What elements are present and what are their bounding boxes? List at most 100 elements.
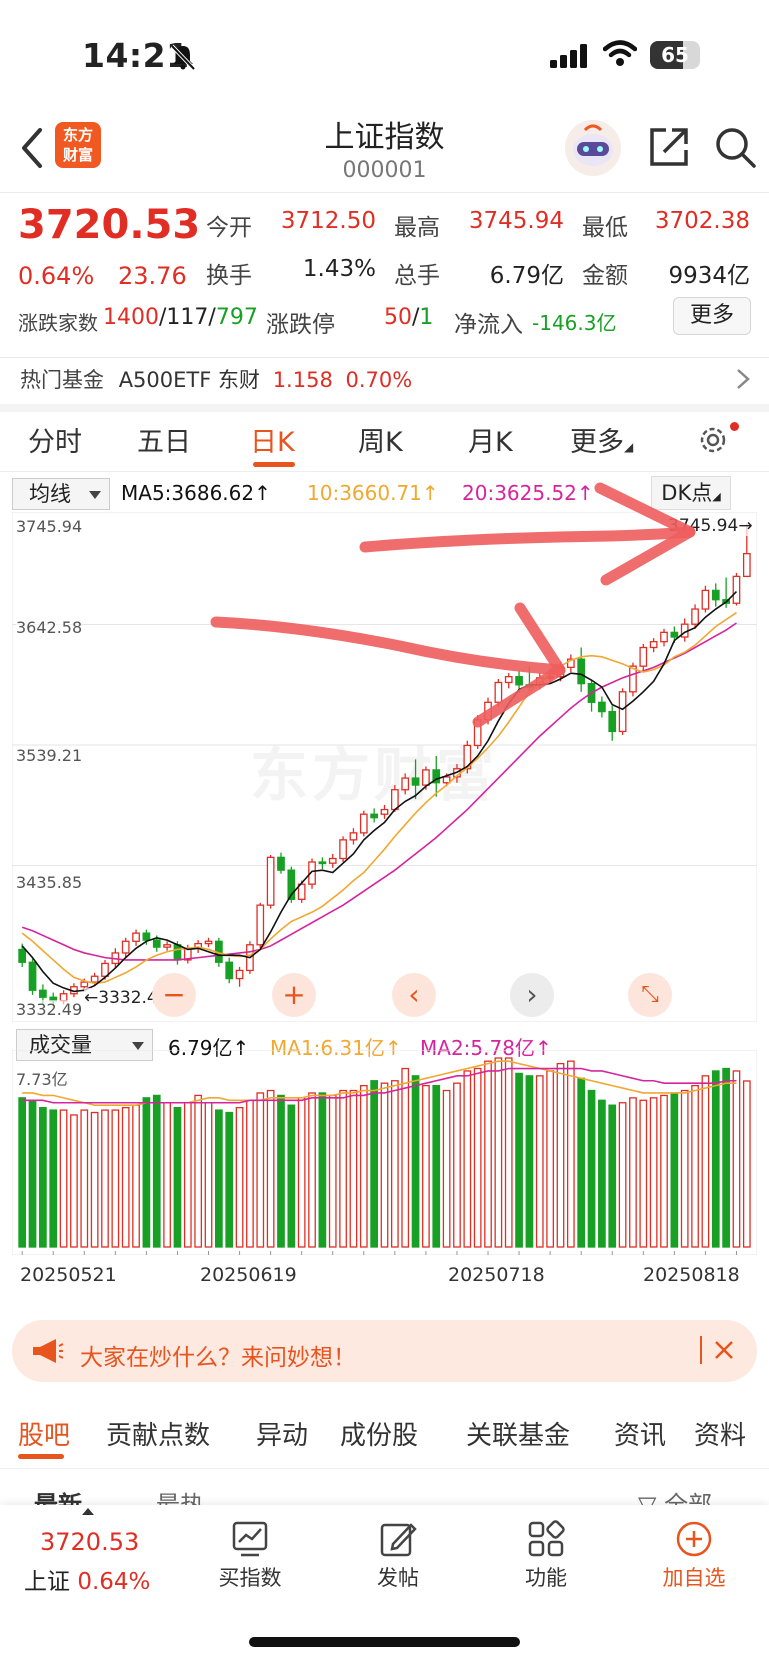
candle bbox=[598, 696, 606, 718]
candle bbox=[525, 666, 534, 692]
volume-bar bbox=[732, 1070, 741, 1248]
assistant-robot-icon[interactable] bbox=[563, 118, 623, 178]
tab-contribution[interactable]: 贡献点数 bbox=[106, 1415, 210, 1452]
low-value: 3702.38 bbox=[654, 208, 750, 234]
zoom-in-button[interactable]: + bbox=[272, 973, 316, 1017]
open-value: 3712.50 bbox=[280, 208, 376, 234]
candle-body bbox=[359, 813, 368, 834]
volume-bar bbox=[546, 1070, 554, 1248]
candle bbox=[235, 966, 244, 987]
volume-bar bbox=[297, 1097, 306, 1248]
candle bbox=[566, 654, 575, 672]
candle bbox=[256, 902, 265, 949]
candle-body bbox=[660, 631, 668, 643]
candle bbox=[494, 678, 503, 707]
more-quote-button[interactable]: 更多 bbox=[673, 297, 751, 335]
volume-bar bbox=[442, 1089, 451, 1248]
volume-bar bbox=[173, 1106, 182, 1248]
indicator-select[interactable]: 均线 bbox=[12, 478, 110, 510]
tab-constituents[interactable]: 成份股 bbox=[340, 1415, 418, 1452]
candle-body bbox=[370, 813, 379, 819]
volume-bar bbox=[359, 1084, 368, 1248]
candle bbox=[660, 628, 668, 647]
volume-bar bbox=[142, 1097, 151, 1248]
candle-body bbox=[277, 856, 285, 871]
share-icon[interactable] bbox=[646, 124, 692, 170]
volume-bar bbox=[525, 1075, 534, 1248]
dk-point-button[interactable]: DK点◢ bbox=[651, 476, 731, 510]
candle-body bbox=[742, 552, 751, 578]
candle-body bbox=[256, 904, 265, 946]
tab-movement[interactable]: 异动 bbox=[256, 1415, 308, 1452]
volume-bar bbox=[577, 1077, 586, 1248]
volume-bar bbox=[256, 1092, 265, 1248]
tab-profile[interactable]: 资料 bbox=[694, 1415, 746, 1452]
volume-bar bbox=[639, 1099, 648, 1248]
banner-text[interactable]: 大家在炒什么？来问妙想！ bbox=[80, 1338, 356, 1372]
battery-indicator: 65 bbox=[650, 41, 700, 69]
candle bbox=[732, 572, 741, 606]
candle-body bbox=[349, 832, 358, 841]
volume-bar bbox=[246, 1099, 254, 1248]
candlestick-chart[interactable] bbox=[12, 512, 757, 1022]
candle-body bbox=[390, 789, 399, 811]
mini-quote-name[interactable]: 上证 0.64% bbox=[24, 1562, 150, 1596]
search-icon[interactable] bbox=[712, 124, 758, 170]
scroll-left-button[interactable]: ‹ bbox=[392, 973, 436, 1017]
candle-body bbox=[163, 944, 171, 948]
tab-news[interactable]: 资讯 bbox=[614, 1415, 666, 1452]
tab-daily-k[interactable]: 日K bbox=[250, 420, 295, 459]
chevron-right-icon[interactable] bbox=[736, 368, 750, 390]
limit-values: 50/1 bbox=[384, 305, 434, 330]
edit-icon bbox=[380, 1523, 417, 1557]
candle-body bbox=[598, 701, 606, 713]
tab-intraday[interactable]: 分时 bbox=[28, 420, 82, 459]
forum-tab-indicator bbox=[18, 1454, 64, 1459]
add-circle-icon bbox=[676, 1521, 712, 1557]
volume-bar bbox=[608, 1104, 617, 1248]
candle-body bbox=[649, 641, 658, 649]
gear-icon[interactable] bbox=[697, 424, 729, 456]
mini-quote-price[interactable]: 3720.53 bbox=[40, 1528, 139, 1556]
volume-bar bbox=[287, 1104, 296, 1248]
add-watchlist-button[interactable]: 加自选 bbox=[634, 1520, 754, 1592]
tab-related-funds[interactable]: 关联基金 bbox=[466, 1415, 570, 1452]
candle-body bbox=[80, 981, 89, 988]
candle bbox=[163, 941, 171, 951]
tab-monthly-k[interactable]: 月K bbox=[468, 420, 513, 459]
candle bbox=[339, 836, 347, 863]
candle bbox=[318, 857, 327, 870]
notification-dot bbox=[730, 422, 739, 431]
fullscreen-button[interactable]: ⤡ bbox=[628, 973, 672, 1017]
candle bbox=[28, 958, 37, 995]
zoom-out-button[interactable]: − bbox=[152, 973, 196, 1017]
megaphone-icon bbox=[33, 1339, 64, 1363]
close-icon[interactable] bbox=[712, 1336, 736, 1364]
candle-body bbox=[380, 808, 389, 815]
volume-bar bbox=[515, 1072, 523, 1248]
buy-index-button[interactable]: 买指数 bbox=[190, 1520, 310, 1592]
tab-more[interactable]: 更多◢ bbox=[570, 420, 633, 459]
volume-bar bbox=[318, 1092, 327, 1248]
candle-body bbox=[691, 608, 699, 625]
candle bbox=[504, 673, 513, 689]
volume-value: 6.79亿 bbox=[489, 263, 564, 289]
volume-bar bbox=[380, 1082, 389, 1248]
date-label-2: 20250619 bbox=[200, 1264, 297, 1286]
hot-fund-row[interactable]: 热门基金 A500ETF 东财 1.158 0.70% bbox=[20, 364, 412, 394]
volume-bar bbox=[463, 1070, 472, 1248]
functions-button[interactable]: 功能 bbox=[486, 1520, 606, 1592]
tab-five-day[interactable]: 五日 bbox=[137, 420, 191, 459]
candle-body bbox=[132, 932, 140, 942]
tab-forum[interactable]: 股吧 bbox=[18, 1415, 70, 1452]
candle-body bbox=[142, 932, 151, 941]
high-value: 3745.94 bbox=[468, 208, 564, 234]
volume-chart[interactable] bbox=[12, 1050, 757, 1255]
wifi-icon bbox=[603, 40, 637, 66]
post-button[interactable]: 发帖 bbox=[338, 1520, 458, 1592]
scroll-right-button[interactable]: › bbox=[510, 973, 554, 1017]
volume-bar bbox=[49, 1109, 58, 1248]
tab-weekly-k[interactable]: 周K bbox=[358, 420, 403, 459]
volume-bar bbox=[711, 1070, 720, 1248]
limit-label: 涨跌停 bbox=[266, 312, 335, 338]
